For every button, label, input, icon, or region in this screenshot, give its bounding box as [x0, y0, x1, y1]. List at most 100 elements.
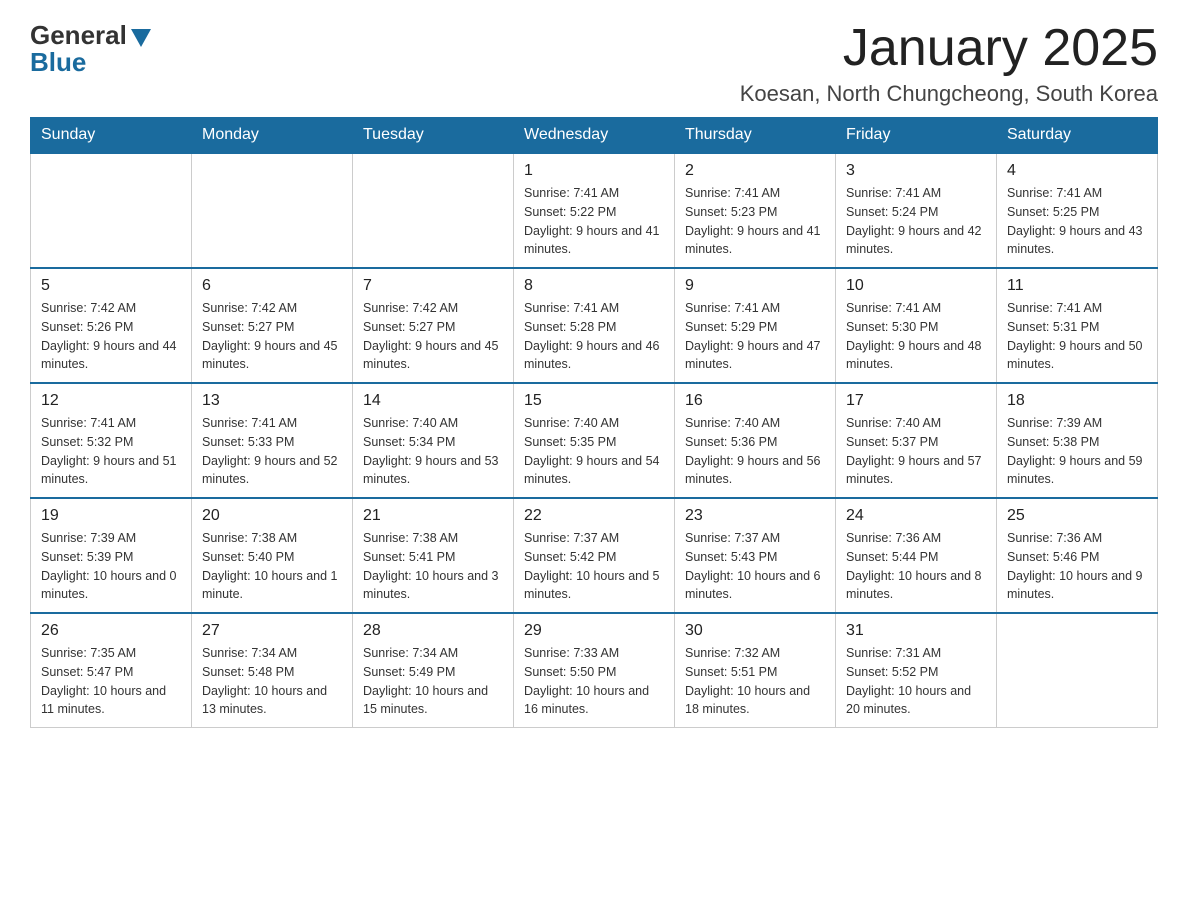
weekday-header-tuesday: Tuesday	[353, 118, 514, 154]
day-number: 30	[685, 622, 825, 640]
weekday-header-row: SundayMondayTuesdayWednesdayThursdayFrid…	[31, 118, 1158, 154]
calendar-cell: 12 Sunrise: 7:41 AM Sunset: 5:32 PM Dayli…	[31, 383, 192, 498]
calendar-cell: 26Sunrise: 7:35 AM Sunset: 5:47 PM Dayli…	[31, 613, 192, 728]
calendar-cell	[192, 153, 353, 268]
location-title: Koesan, North Chungcheong, South Korea	[740, 81, 1158, 107]
calendar-cell: 24 Sunrise: 7:36 AM Sunset: 5:44 PM Dayli…	[836, 498, 997, 613]
day-info: Sunrise: 7:34 AM Sunset: 5:49 PM Dayligh…	[363, 644, 503, 719]
day-info: Sunrise: 7:37 AM Sunset: 5:42 PM Dayligh…	[524, 529, 664, 604]
day-info: Sunrise: 7:41 AM Sunset: 5:30 PM Dayligh…	[846, 299, 986, 374]
calendar-cell: 6Sunrise: 7:42 AM Sunset: 5:27 PM Daylig…	[192, 268, 353, 383]
calendar-cell: 11 Sunrise: 7:41 AM Sunset: 5:31 PM Dayli…	[997, 268, 1158, 383]
day-info: Sunrise: 7:41 AM Sunset: 5:25 PM Dayligh…	[1007, 184, 1147, 259]
day-number: 10	[846, 277, 986, 295]
day-number: 7	[363, 277, 503, 295]
day-info: Sunrise: 7:40 AM Sunset: 5:35 PM Dayligh…	[524, 414, 664, 489]
day-number: 29	[524, 622, 664, 640]
day-info: Sunrise: 7:42 AM Sunset: 5:27 PM Dayligh…	[202, 299, 342, 374]
calendar-cell	[353, 153, 514, 268]
day-info: Sunrise: 7:41 AM Sunset: 5:32 PM Dayligh…	[41, 414, 181, 489]
day-number: 28	[363, 622, 503, 640]
calendar-body: 1 Sunrise: 7:41 AM Sunset: 5:22 PM Daylig…	[31, 153, 1158, 728]
weekday-header-monday: Monday	[192, 118, 353, 154]
weekday-header-sunday: Sunday	[31, 118, 192, 154]
day-info: Sunrise: 7:40 AM Sunset: 5:34 PM Dayligh…	[363, 414, 503, 489]
day-info: Sunrise: 7:42 AM Sunset: 5:27 PM Dayligh…	[363, 299, 503, 374]
day-info: Sunrise: 7:41 AM Sunset: 5:31 PM Dayligh…	[1007, 299, 1147, 374]
calendar-cell: 4 Sunrise: 7:41 AM Sunset: 5:25 PM Daylig…	[997, 153, 1158, 268]
day-info: Sunrise: 7:41 AM Sunset: 5:28 PM Dayligh…	[524, 299, 664, 374]
calendar-cell: 1 Sunrise: 7:41 AM Sunset: 5:22 PM Daylig…	[514, 153, 675, 268]
calendar-cell: 18Sunrise: 7:39 AM Sunset: 5:38 PM Dayli…	[997, 383, 1158, 498]
page-header: General Blue January 2025 Koesan, North …	[30, 20, 1158, 107]
day-number: 11	[1007, 277, 1147, 295]
calendar-cell: 15Sunrise: 7:40 AM Sunset: 5:35 PM Dayli…	[514, 383, 675, 498]
day-info: Sunrise: 7:38 AM Sunset: 5:40 PM Dayligh…	[202, 529, 342, 604]
calendar-cell: 31 Sunrise: 7:31 AM Sunset: 5:52 PM Dayli…	[836, 613, 997, 728]
day-info: Sunrise: 7:33 AM Sunset: 5:50 PM Dayligh…	[524, 644, 664, 719]
month-title: January 2025	[740, 20, 1158, 77]
weekday-header-wednesday: Wednesday	[514, 118, 675, 154]
calendar-cell: 21Sunrise: 7:38 AM Sunset: 5:41 PM Dayli…	[353, 498, 514, 613]
day-number: 12	[41, 392, 181, 410]
calendar-cell: 30Sunrise: 7:32 AM Sunset: 5:51 PM Dayli…	[675, 613, 836, 728]
calendar-week-row: 5Sunrise: 7:42 AM Sunset: 5:26 PM Daylig…	[31, 268, 1158, 383]
day-info: Sunrise: 7:38 AM Sunset: 5:41 PM Dayligh…	[363, 529, 503, 604]
day-number: 4	[1007, 162, 1147, 180]
day-number: 19	[41, 507, 181, 525]
calendar-table: SundayMondayTuesdayWednesdayThursdayFrid…	[30, 117, 1158, 728]
day-info: Sunrise: 7:41 AM Sunset: 5:23 PM Dayligh…	[685, 184, 825, 259]
day-info: Sunrise: 7:31 AM Sunset: 5:52 PM Dayligh…	[846, 644, 986, 719]
day-info: Sunrise: 7:40 AM Sunset: 5:37 PM Dayligh…	[846, 414, 986, 489]
day-number: 24	[846, 507, 986, 525]
day-number: 14	[363, 392, 503, 410]
day-number: 18	[1007, 392, 1147, 410]
calendar-cell: 3 Sunrise: 7:41 AM Sunset: 5:24 PM Daylig…	[836, 153, 997, 268]
day-number: 20	[202, 507, 342, 525]
day-info: Sunrise: 7:37 AM Sunset: 5:43 PM Dayligh…	[685, 529, 825, 604]
day-number: 3	[846, 162, 986, 180]
calendar-cell: 14 Sunrise: 7:40 AM Sunset: 5:34 PM Dayli…	[353, 383, 514, 498]
day-info: Sunrise: 7:40 AM Sunset: 5:36 PM Dayligh…	[685, 414, 825, 489]
day-number: 22	[524, 507, 664, 525]
calendar-week-row: 1 Sunrise: 7:41 AM Sunset: 5:22 PM Daylig…	[31, 153, 1158, 268]
logo-triangle-icon	[131, 29, 151, 47]
calendar-cell: 13 Sunrise: 7:41 AM Sunset: 5:33 PM Dayli…	[192, 383, 353, 498]
day-info: Sunrise: 7:39 AM Sunset: 5:39 PM Dayligh…	[41, 529, 181, 604]
calendar-cell	[31, 153, 192, 268]
day-number: 1	[524, 162, 664, 180]
day-number: 13	[202, 392, 342, 410]
calendar-cell: 20 Sunrise: 7:38 AM Sunset: 5:40 PM Dayli…	[192, 498, 353, 613]
weekday-header-thursday: Thursday	[675, 118, 836, 154]
day-info: Sunrise: 7:36 AM Sunset: 5:44 PM Dayligh…	[846, 529, 986, 604]
calendar-cell	[997, 613, 1158, 728]
day-info: Sunrise: 7:42 AM Sunset: 5:26 PM Dayligh…	[41, 299, 181, 374]
calendar-cell: 17 Sunrise: 7:40 AM Sunset: 5:37 PM Dayli…	[836, 383, 997, 498]
logo-blue-text: Blue	[30, 47, 86, 78]
calendar-cell: 22 Sunrise: 7:37 AM Sunset: 5:42 PM Dayli…	[514, 498, 675, 613]
day-number: 31	[846, 622, 986, 640]
day-number: 25	[1007, 507, 1147, 525]
calendar-week-row: 12 Sunrise: 7:41 AM Sunset: 5:32 PM Dayli…	[31, 383, 1158, 498]
calendar-cell: 10 Sunrise: 7:41 AM Sunset: 5:30 PM Dayli…	[836, 268, 997, 383]
day-info: Sunrise: 7:41 AM Sunset: 5:33 PM Dayligh…	[202, 414, 342, 489]
calendar-cell: 29 Sunrise: 7:33 AM Sunset: 5:50 PM Dayli…	[514, 613, 675, 728]
day-number: 2	[685, 162, 825, 180]
calendar-cell: 23 Sunrise: 7:37 AM Sunset: 5:43 PM Dayli…	[675, 498, 836, 613]
day-info: Sunrise: 7:41 AM Sunset: 5:24 PM Dayligh…	[846, 184, 986, 259]
day-info: Sunrise: 7:34 AM Sunset: 5:48 PM Dayligh…	[202, 644, 342, 719]
day-number: 17	[846, 392, 986, 410]
day-info: Sunrise: 7:41 AM Sunset: 5:22 PM Dayligh…	[524, 184, 664, 259]
calendar-cell: 9Sunrise: 7:41 AM Sunset: 5:29 PM Daylig…	[675, 268, 836, 383]
calendar-header: SundayMondayTuesdayWednesdayThursdayFrid…	[31, 118, 1158, 154]
calendar-week-row: 19 Sunrise: 7:39 AM Sunset: 5:39 PM Dayli…	[31, 498, 1158, 613]
calendar-cell: 27 Sunrise: 7:34 AM Sunset: 5:48 PM Dayli…	[192, 613, 353, 728]
day-number: 27	[202, 622, 342, 640]
calendar-cell: 2 Sunrise: 7:41 AM Sunset: 5:23 PM Daylig…	[675, 153, 836, 268]
weekday-header-friday: Friday	[836, 118, 997, 154]
day-number: 23	[685, 507, 825, 525]
calendar-cell: 19 Sunrise: 7:39 AM Sunset: 5:39 PM Dayli…	[31, 498, 192, 613]
day-number: 8	[524, 277, 664, 295]
calendar-week-row: 26Sunrise: 7:35 AM Sunset: 5:47 PM Dayli…	[31, 613, 1158, 728]
day-info: Sunrise: 7:41 AM Sunset: 5:29 PM Dayligh…	[685, 299, 825, 374]
